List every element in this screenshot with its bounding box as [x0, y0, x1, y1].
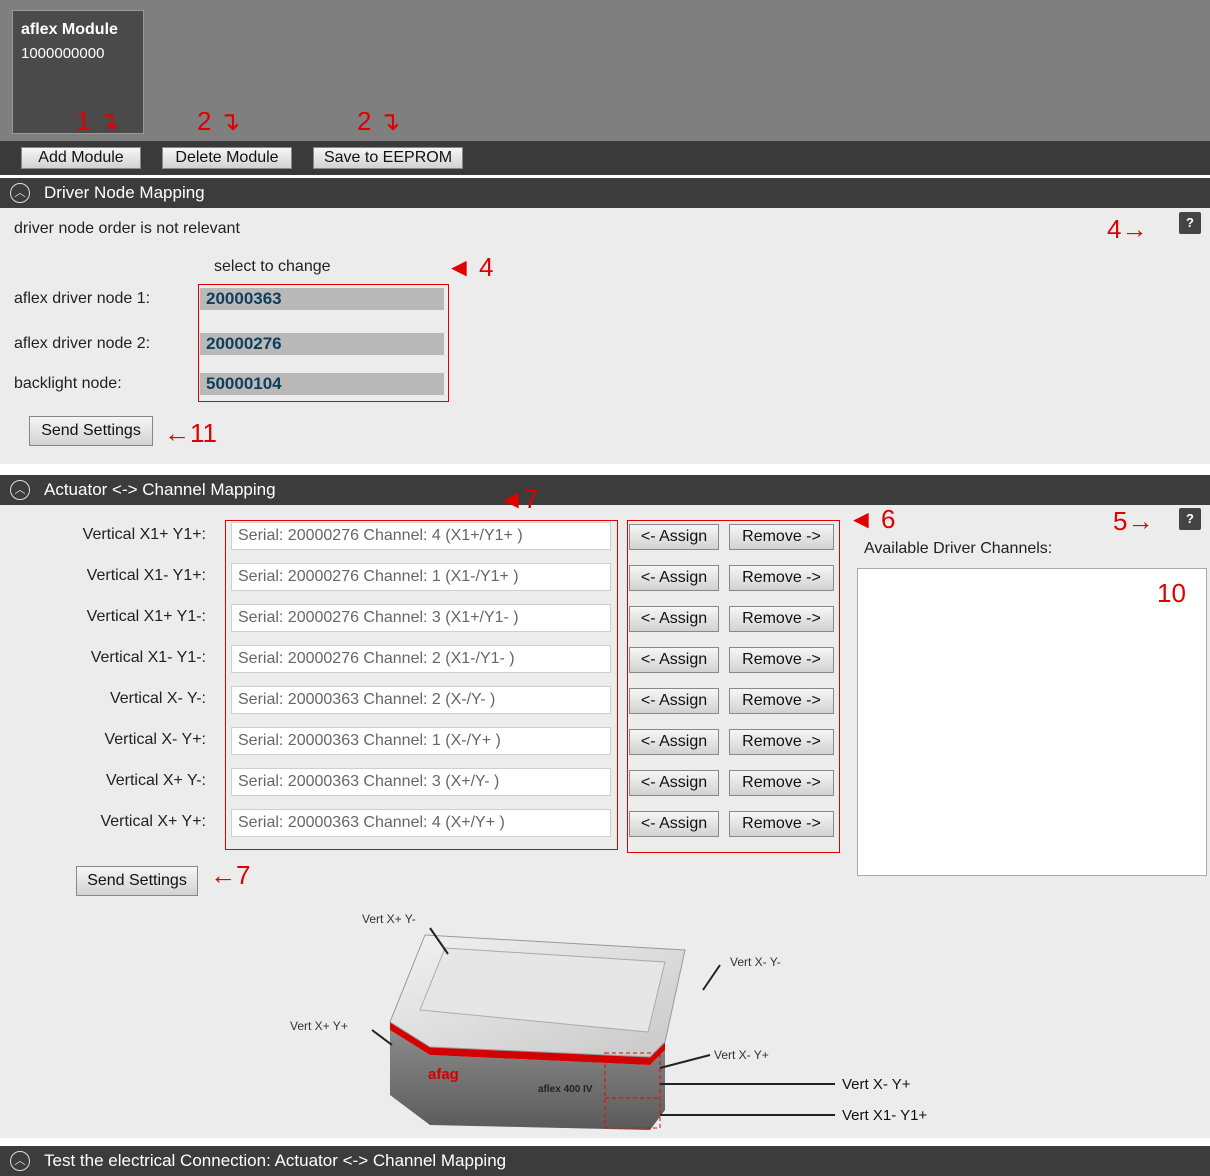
diagram-callout-x-minus-y-plus: Vert X- Y+ [842, 1076, 911, 1093]
actuator-label: Vertical X1- Y1-: [90, 649, 206, 666]
help-button[interactable]: ? [1179, 508, 1201, 530]
annotation-5-text: 5 [1113, 506, 1128, 536]
node-label-1: aflex driver node 1: [14, 290, 151, 307]
annotation-box-channels [225, 520, 618, 850]
annotation-box-buttons [627, 520, 840, 853]
arrow-left-icon: ← [164, 418, 190, 448]
available-channels-label: Available Driver Channels: [864, 540, 1053, 557]
annotation-4a: 4→ [1107, 216, 1147, 242]
arrow-right-icon: → [1121, 214, 1148, 244]
actuator-label: Vertical X+ Y-: [105, 772, 206, 789]
arrow-right-icon: → [1127, 506, 1154, 536]
driver-order-note: driver node order is not relevant [14, 220, 240, 237]
aflex-device-diagram [371, 927, 835, 1130]
section-title: Test the electrical Connection: Actuator… [44, 1151, 507, 1170]
annotation-4a-text: 4 [1107, 214, 1122, 244]
chevron-up-icon[interactable]: ︿ [10, 480, 30, 500]
delete-module-button[interactable]: Delete Module [162, 147, 292, 169]
arrow-down-icon: ↴ [218, 106, 241, 136]
chevron-up-icon[interactable]: ︿ [10, 1151, 30, 1171]
module-serial: 1000000000 [21, 45, 105, 62]
test-connection-header[interactable]: ︿ Test the electrical Connection: Actuat… [0, 1146, 1210, 1176]
annotation-1-text: 1 [76, 106, 91, 136]
section-title: Driver Node Mapping [44, 183, 205, 202]
annotation-7a: ◄7 [498, 486, 538, 512]
annotation-1: 1 ↴ [76, 108, 120, 134]
save-eeprom-button[interactable]: Save to EEPROM [313, 147, 463, 169]
annotation-10: 10 [1157, 578, 1186, 608]
add-module-button[interactable]: Add Module [21, 147, 141, 169]
diagram-label-x-minus-y-minus: Vert X- Y- [730, 955, 781, 969]
actuator-label: Vertical X1+ Y1+: [82, 526, 206, 543]
annotation-2a-text: 2 [197, 106, 212, 136]
chevron-up-icon[interactable]: ︿ [10, 183, 30, 203]
annotation-6-text: 6 [880, 504, 896, 534]
annotation-11: ←11 [164, 420, 217, 446]
annotation-7b-text: 7 [236, 860, 251, 890]
actuator-label: Vertical X1+ Y1-: [86, 608, 206, 625]
node-label-3: backlight node: [14, 375, 122, 392]
arrow-down-icon: ↴ [97, 106, 120, 136]
available-channels-list[interactable] [857, 568, 1207, 876]
driver-node-mapping-header[interactable]: ︿ Driver Node Mapping [0, 178, 1210, 208]
actuator-label: Vertical X- Y+: [104, 731, 206, 748]
actuator-label: Vertical X1- Y1+: [86, 567, 206, 584]
diagram-label-x-plus-y-minus: Vert X+ Y- [362, 912, 416, 926]
diagram-label-x-minus-y-plus: Vert X- Y+ [714, 1048, 769, 1062]
annotation-2b-text: 2 [357, 106, 372, 136]
node-label-2: aflex driver node 2: [14, 335, 151, 352]
device-brand-logo: afag [428, 1066, 459, 1083]
actuator-label: Vertical X+ Y+: [100, 813, 206, 830]
arrow-left-icon: ◄ [446, 252, 472, 282]
device-model-label: aflex 400 IV [538, 1084, 593, 1095]
annotation-4b-text: 4 [478, 252, 494, 282]
section-title: Actuator <-> Channel Mapping [44, 480, 276, 499]
diagram-label-x-plus-y-plus: Vert X+ Y+ [290, 1019, 348, 1033]
help-button[interactable]: ? [1179, 212, 1201, 234]
arrow-left-icon: ◄ [498, 484, 524, 514]
module-title: aflex Module [21, 21, 118, 38]
annotation-5: 5→ [1113, 508, 1153, 534]
annotation-2a: 2 ↴ [197, 108, 241, 134]
diagram-callout-x1-minus-y1-plus: Vert X1- Y1+ [842, 1107, 928, 1124]
annotation-box-nodes [198, 284, 449, 402]
annotation-7a-text: 7 [523, 484, 539, 514]
send-settings-button[interactable]: Send Settings [29, 416, 153, 446]
actuator-label: Vertical X- Y-: [109, 690, 206, 707]
send-settings-button[interactable]: Send Settings [76, 866, 198, 896]
select-hint: select to change [214, 258, 331, 275]
annotation-4b: ◄ 4 [446, 254, 493, 280]
arrow-left-icon: ◄ [848, 504, 874, 534]
actuator-mapping-header[interactable]: ︿ Actuator <-> Channel Mapping [0, 475, 1210, 505]
arrow-left-icon: ← [210, 860, 236, 890]
arrow-down-icon: ↴ [378, 106, 401, 136]
annotation-6: ◄ 6 [848, 506, 895, 532]
annotation-2b: 2 ↴ [357, 108, 401, 134]
annotation-7b: ←7 [210, 862, 250, 888]
annotation-11-text: 11 [190, 418, 217, 448]
